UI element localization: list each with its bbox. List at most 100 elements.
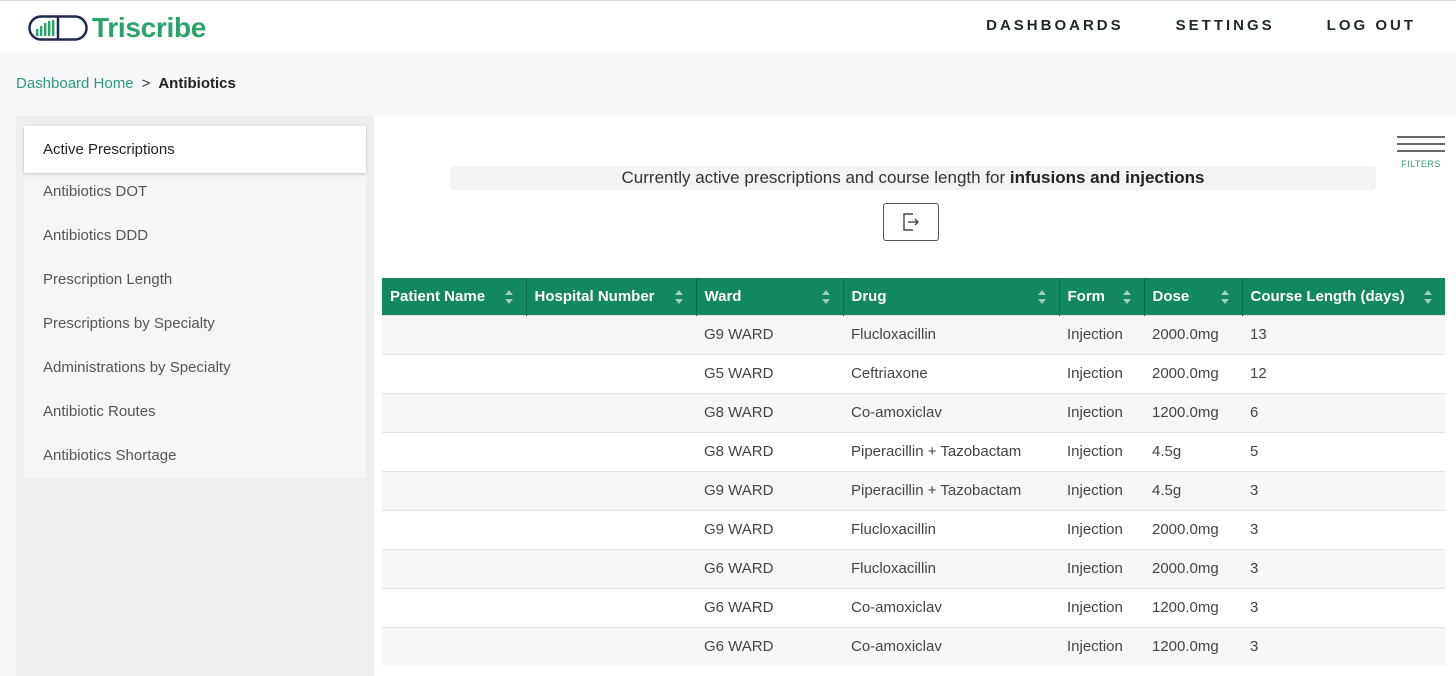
breadcrumb-separator: > xyxy=(141,75,151,92)
patient-name-cell xyxy=(382,548,526,588)
sort-arrows-icon xyxy=(674,290,683,304)
drug-cell: Ceftriaxone xyxy=(843,353,1059,393)
course-length-cell: 3 xyxy=(1242,548,1445,588)
column-header-label: Dose xyxy=(1152,287,1190,305)
column-header-label: Form xyxy=(1067,287,1106,305)
column-header[interactable]: Course Length (days) xyxy=(1242,278,1445,315)
nav-settings[interactable]: SETTINGS xyxy=(1176,17,1275,34)
hospital-number-cell xyxy=(526,314,696,354)
patient-name-cell xyxy=(382,509,526,549)
hospital-number-cell xyxy=(526,509,696,549)
form-cell: Injection xyxy=(1059,587,1144,627)
patient-name-cell xyxy=(382,392,526,432)
dose-cell: 1200.0mg xyxy=(1144,626,1242,666)
table-row[interactable]: G8 WARD Piperacillin + Tazobactam Injectio… xyxy=(382,431,1445,471)
ward-cell: G8 WARD xyxy=(696,392,843,432)
sidebar: Active Prescriptions Antibiotics DOT Ant… xyxy=(16,116,374,676)
drug-cell: Co-amoxiclav xyxy=(843,392,1059,432)
nav-dashboards[interactable]: DASHBOARDS xyxy=(986,17,1124,34)
column-header-label: Ward xyxy=(704,287,742,305)
column-header[interactable]: Ward xyxy=(696,278,844,315)
dose-cell: 2000.0mg xyxy=(1144,509,1242,549)
column-header-label: Hospital Number xyxy=(534,287,655,305)
column-header[interactable]: Patient Name xyxy=(382,278,527,315)
form-cell: Injection xyxy=(1059,353,1144,393)
ward-cell: G6 WARD xyxy=(696,548,843,588)
drug-cell: Flucloxacillin xyxy=(843,548,1059,588)
drug-cell: Piperacillin + Tazobactam xyxy=(843,470,1059,510)
hospital-number-cell xyxy=(526,392,696,432)
dose-cell: 1200.0mg xyxy=(1144,587,1242,627)
main-nav: DASHBOARDS SETTINGS LOG OUT xyxy=(934,17,1416,34)
dose-cell: 4.5g xyxy=(1144,470,1242,510)
caption-text: Currently active prescriptions and cours… xyxy=(621,168,1010,187)
column-header-label: Course Length (days) xyxy=(1250,287,1405,305)
pill-logo-icon xyxy=(28,15,88,41)
course-length-cell: 3 xyxy=(1242,626,1445,666)
dose-cell: 2000.0mg xyxy=(1144,353,1242,393)
nav-log-out[interactable]: LOG OUT xyxy=(1327,17,1416,34)
drug-cell: Flucloxacillin xyxy=(843,509,1059,549)
patient-name-cell xyxy=(382,431,526,471)
table-caption: Currently active prescriptions and cours… xyxy=(450,166,1376,190)
sidebar-item-prescriptions-by-specialty[interactable]: Prescriptions by Specialty xyxy=(24,302,366,346)
patient-name-cell xyxy=(382,587,526,627)
hospital-number-cell xyxy=(526,353,696,393)
column-header[interactable]: Form xyxy=(1059,278,1145,315)
table-row[interactable]: G6 WARD Co-amoxiclav Injection 1200.0mg 3 xyxy=(382,587,1445,627)
app-logo[interactable]: Triscribe xyxy=(28,12,206,43)
form-cell: Injection xyxy=(1059,548,1144,588)
drug-cell: Flucloxacillin xyxy=(843,314,1059,354)
sidebar-item-prescription-length[interactable]: Prescription Length xyxy=(24,258,366,302)
column-header[interactable]: Hospital Number xyxy=(526,278,697,315)
column-header[interactable]: Dose xyxy=(1144,278,1243,315)
hamburger-icon xyxy=(1397,136,1445,152)
course-length-cell: 3 xyxy=(1242,509,1445,549)
ward-cell: G9 WARD xyxy=(696,470,843,510)
form-cell: Injection xyxy=(1059,626,1144,666)
table-row[interactable]: G6 WARD Co-amoxiclav Injection 1200.0mg 3 xyxy=(382,626,1445,666)
sort-arrows-icon xyxy=(1424,290,1432,304)
hospital-number-cell xyxy=(526,548,696,588)
hospital-number-cell xyxy=(526,587,696,627)
sidebar-item-antibiotic-routes[interactable]: Antibiotic Routes xyxy=(24,390,366,434)
form-cell: Injection xyxy=(1059,314,1144,354)
export-button[interactable] xyxy=(883,203,939,241)
table-header-row: Patient Name Hospital Number Ward Drug Form D… xyxy=(382,278,1445,315)
drug-cell: Co-amoxiclav xyxy=(843,626,1059,666)
patient-name-cell xyxy=(382,470,526,510)
export-icon xyxy=(903,213,919,231)
column-header[interactable]: Drug xyxy=(843,278,1060,315)
ward-cell: G5 WARD xyxy=(696,353,843,393)
course-length-cell: 13 xyxy=(1242,314,1445,354)
hospital-number-cell xyxy=(526,626,696,666)
breadcrumb-home-link[interactable]: Dashboard Home xyxy=(16,75,134,92)
sidebar-item-antibiotics-shortage[interactable]: Antibiotics Shortage xyxy=(24,434,366,478)
sidebar-menu: Active Prescriptions Antibiotics DOT Ant… xyxy=(24,126,366,478)
patient-name-cell xyxy=(382,626,526,666)
main-panel: FILTERS Currently active prescriptions a… xyxy=(374,116,1456,676)
drug-cell: Co-amoxiclav xyxy=(843,587,1059,627)
ward-cell: G8 WARD xyxy=(696,431,843,471)
table-row[interactable]: G9 WARD Piperacillin + Tazobactam Injectio… xyxy=(382,470,1445,510)
patient-name-cell xyxy=(382,353,526,393)
ward-cell: G6 WARD xyxy=(696,587,843,627)
table-row[interactable]: G6 WARD Flucloxacillin Injection 2000.0mg 3 xyxy=(382,548,1445,588)
ward-cell: G6 WARD xyxy=(696,626,843,666)
table-row[interactable]: G8 WARD Co-amoxiclav Injection 1200.0mg 6 xyxy=(382,392,1445,432)
sidebar-item-administrations-by-specialty[interactable]: Administrations by Specialty xyxy=(24,346,366,390)
sidebar-item-antibiotics-dot[interactable]: Antibiotics DOT xyxy=(24,170,366,214)
breadcrumb: Dashboard Home > Antibiotics xyxy=(16,75,236,92)
column-header-label: Patient Name xyxy=(390,287,486,305)
table-row[interactable]: G9 WARD Flucloxacillin Injection 2000.0mg 13 xyxy=(382,314,1445,354)
form-cell: Injection xyxy=(1059,392,1144,432)
form-cell: Injection xyxy=(1059,470,1144,510)
hospital-number-cell xyxy=(526,431,696,471)
filters-toggle[interactable]: FILTERS xyxy=(1396,136,1446,169)
table-row[interactable]: G9 WARD Flucloxacillin Injection 2000.0mg 3 xyxy=(382,509,1445,549)
form-cell: Injection xyxy=(1059,509,1144,549)
sidebar-item-antibiotics-ddd[interactable]: Antibiotics DDD xyxy=(24,214,366,258)
sidebar-item-active-prescriptions[interactable]: Active Prescriptions xyxy=(24,126,366,173)
sort-arrows-icon xyxy=(1220,290,1229,304)
table-row[interactable]: G5 WARD Ceftriaxone Injection 2000.0mg 12 xyxy=(382,353,1445,393)
